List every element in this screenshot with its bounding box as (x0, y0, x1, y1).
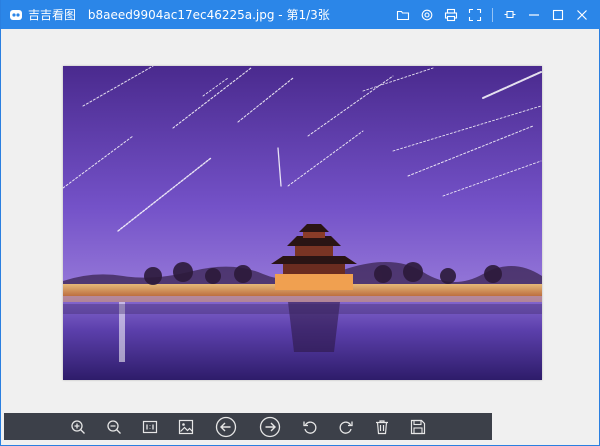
title-divider (492, 7, 493, 22)
actual-size-icon[interactable] (139, 416, 161, 438)
save-icon[interactable] (407, 416, 429, 438)
bottom-toolbar (4, 413, 492, 440)
next-icon[interactable] (257, 414, 283, 440)
title-controls (394, 0, 591, 29)
fit-image-icon[interactable] (175, 416, 197, 438)
previous-icon[interactable] (213, 414, 239, 440)
image-canvas[interactable] (1, 29, 599, 413)
rotate-right-icon[interactable] (335, 416, 357, 438)
image-viewer-window: 吉吉看图 b8aeed9904ac17ec46225a.jpg - 第1/3张 (0, 0, 600, 446)
maximize-icon[interactable] (549, 6, 567, 24)
displayed-photo[interactable] (63, 66, 542, 380)
zoom-in-icon[interactable] (67, 416, 89, 438)
fullscreen-icon[interactable] (466, 6, 484, 24)
folder-icon[interactable] (394, 6, 412, 24)
title-bar: 吉吉看图 b8aeed9904ac17ec46225a.jpg - 第1/3张 (1, 0, 600, 29)
settings-icon[interactable] (418, 6, 436, 24)
rotate-left-icon[interactable] (299, 416, 321, 438)
print-icon[interactable] (442, 6, 460, 24)
photo-night-palace (63, 66, 542, 380)
minimize-icon[interactable] (525, 6, 543, 24)
delete-icon[interactable] (371, 416, 393, 438)
zoom-out-icon[interactable] (103, 416, 125, 438)
pin-icon[interactable] (501, 6, 519, 24)
app-logo-icon (9, 8, 23, 22)
file-title: b8aeed9904ac17ec46225a.jpg - 第1/3张 (87, 8, 330, 22)
window-title: 吉吉看图 b8aeed9904ac17ec46225a.jpg - 第1/3张 (28, 6, 330, 23)
app-name: 吉吉看图 (28, 8, 77, 22)
close-icon[interactable] (573, 6, 591, 24)
